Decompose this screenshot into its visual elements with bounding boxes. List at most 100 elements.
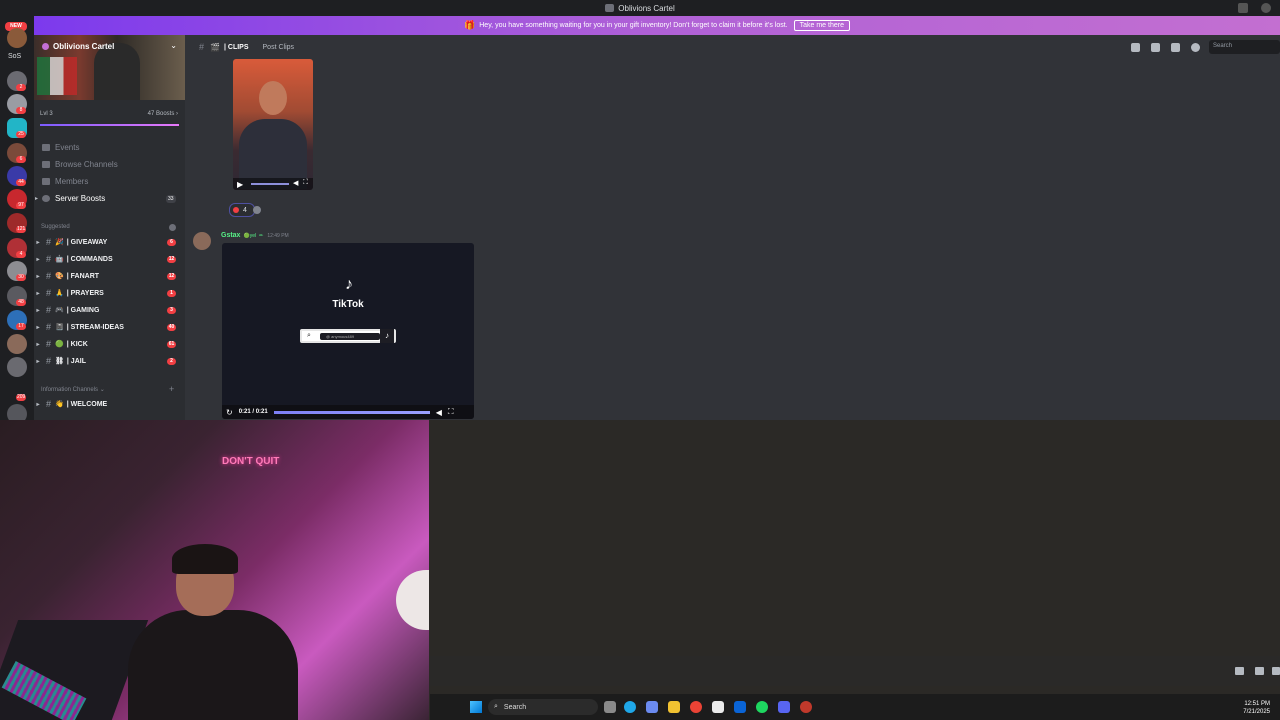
tiktok-video-attachment[interactable]: ♪ TikTok ⌕ @ anymous489 ♪ ↻ 0:21 / 0:21 … (222, 243, 474, 419)
server-boost-icon (42, 43, 49, 50)
store-icon[interactable] (712, 701, 724, 713)
chrome-icon[interactable] (690, 701, 702, 713)
section-suggested[interactable]: Suggested (41, 224, 70, 230)
channel-gaming[interactable]: ▸ # 🎮 | GAMING 3 (34, 303, 185, 317)
guild-icon[interactable] (7, 334, 27, 354)
nav-browse-channels[interactable]: Browse Channels (42, 160, 118, 169)
search-icon: ⌕ (307, 332, 311, 339)
task-view-icon[interactable] (604, 701, 616, 713)
add-channel-icon[interactable]: + (169, 384, 174, 394)
grid-icon[interactable] (1235, 667, 1244, 675)
streamer-hair (172, 544, 238, 574)
guild-icon[interactable] (7, 28, 27, 48)
nav-members[interactable]: Members (42, 177, 88, 186)
video-attachment[interactable]: ▶ ◀ ⛶ (233, 59, 313, 190)
channel-sidebar: Oblivions Cartel ⌄ Lvl 3 47 Boosts › Eve… (34, 35, 185, 420)
system-clock[interactable]: 12:51 PM 7/21/2025 (1243, 700, 1270, 716)
help-icon[interactable] (1261, 3, 1271, 13)
add-reaction-icon[interactable] (253, 206, 261, 214)
mention-badge: 2 (16, 84, 26, 91)
server-banner[interactable]: Oblivions Cartel ⌄ (34, 35, 185, 100)
caret-right-icon: ▸ (36, 290, 40, 297)
window-title: Oblivions Cartel (618, 3, 675, 13)
pin-icon[interactable] (1171, 43, 1180, 52)
caret-right-icon: ▸ (36, 256, 40, 263)
dismiss-icon[interactable] (169, 224, 176, 231)
post-clips-link[interactable]: Post Clips (263, 44, 295, 51)
caret-right-icon: ▸ (36, 273, 40, 280)
fullscreen-icon[interactable]: ⛶ (448, 407, 454, 417)
window-icon[interactable] (1255, 667, 1264, 675)
clips-emoji-icon: 🎬 (210, 42, 220, 52)
server-level: Lvl 3 (40, 111, 53, 117)
unread-badge: 12 (167, 272, 176, 280)
search-input[interactable]: Search (1209, 40, 1280, 54)
server-name[interactable]: Oblivions Cartel (42, 42, 114, 51)
channel-name: | CLIPS (223, 43, 249, 51)
channel-kick[interactable]: ▸ # 🟢 | KICK 61 (34, 337, 185, 351)
app-icon[interactable] (800, 701, 812, 713)
inbox-icon[interactable] (1238, 3, 1248, 13)
hash-icon: # (46, 305, 52, 315)
boost-count-badge: 33 (166, 194, 176, 203)
discord-icon (605, 4, 615, 12)
outlook-icon[interactable] (734, 701, 746, 713)
mention-badge: 48 (16, 299, 26, 306)
video-controls: ▶ ◀ ⛶ (233, 178, 313, 190)
boost-count[interactable]: 47 Boosts › (148, 111, 178, 117)
channel-fanart[interactable]: ▸ # 🎨 | FANART 12 (34, 269, 185, 283)
volume-icon[interactable]: ◀ (293, 179, 298, 187)
mention-badge: 44 (16, 179, 26, 186)
calendar-icon (42, 144, 50, 151)
video-controls: ↻ 0:21 / 0:21 ◀ ⛶ (222, 405, 474, 419)
hash-icon: # (46, 339, 52, 349)
play-icon[interactable]: ▶ (237, 180, 243, 189)
volume-icon[interactable]: ◀ (436, 408, 442, 417)
channel-giveaway[interactable]: ▸ # 🎉 | GIVEAWAY 6 (34, 235, 185, 249)
avatar[interactable] (193, 232, 211, 250)
message-author[interactable]: Gstax 🟢yel ✏ 12:49 PM (221, 232, 289, 239)
fullscreen-icon[interactable]: ⛶ (303, 179, 308, 187)
hash-icon: # (46, 322, 52, 332)
edge-icon[interactable] (624, 701, 636, 713)
threads-icon[interactable] (1131, 43, 1140, 52)
video-progress-bar[interactable] (273, 410, 430, 414)
unread-badge: 2 (167, 357, 176, 365)
file-explorer-icon[interactable] (668, 701, 680, 713)
replay-icon[interactable]: ↻ (226, 408, 233, 417)
channel-welcome[interactable]: ▸ # 👋 | WELCOME (34, 397, 185, 411)
boost-progress-bar (40, 124, 179, 126)
second-person (396, 570, 429, 630)
channel-jail[interactable]: ▸ # ⛓ | JAIL 2 (34, 354, 185, 368)
window-icon[interactable] (1272, 667, 1280, 675)
channel-commands[interactable]: ▸ # 🤖 | COMMANDS 12 (34, 252, 185, 266)
nav-events[interactable]: Events (42, 143, 79, 152)
take-me-there-button[interactable]: Take me there (793, 20, 850, 31)
caret-right-icon: ▸ (36, 239, 40, 246)
copilot-icon[interactable] (646, 701, 658, 713)
notification-bell-icon[interactable] (1151, 43, 1160, 52)
banner-photo (94, 43, 140, 100)
taskbar-search[interactable]: ⌕ Search (488, 699, 598, 715)
channel-stream-ideas[interactable]: ▸ # 📓 | STREAM-IDEAS 40 (34, 320, 185, 334)
discord-taskbar-icon[interactable] (778, 701, 790, 713)
search-icon: ⌕ (494, 703, 498, 710)
boost-icon (42, 195, 51, 202)
nav-server-boosts[interactable]: ▸ Server Boosts 33 (35, 194, 182, 203)
spotify-icon[interactable] (756, 701, 768, 713)
guild-folder-label[interactable]: SoS (8, 53, 21, 60)
windows-start-icon[interactable] (470, 701, 482, 713)
mention-badge: 8 (16, 107, 26, 114)
tiktok-handle: @ anymous489 (320, 333, 380, 340)
video-progress-bar[interactable] (251, 183, 289, 185)
reaction-heart[interactable]: 4 (229, 203, 255, 217)
hash-icon: # (46, 254, 52, 264)
channel-prayers[interactable]: ▸ # 🙏 | PRAYERS 1 (34, 286, 185, 300)
section-information-channels[interactable]: Information Channels ⌄ (41, 386, 105, 393)
guild-icon[interactable] (7, 357, 27, 377)
chevron-down-icon[interactable]: ⌄ (170, 41, 177, 50)
member-list-icon[interactable] (1191, 43, 1200, 52)
banner-message: Hey, you have something waiting for you … (479, 22, 788, 29)
unread-badge: 3 (167, 306, 176, 314)
tray-strip (430, 656, 1280, 686)
